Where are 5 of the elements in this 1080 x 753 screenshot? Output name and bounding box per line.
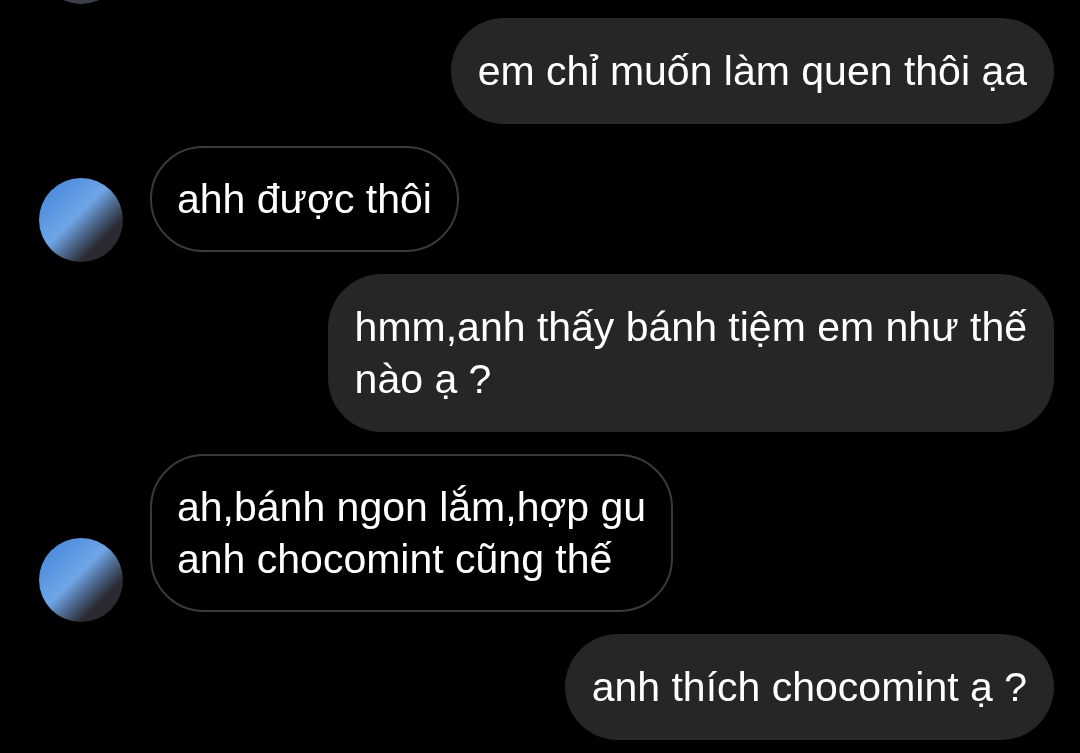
message-bubble: em chỉ muốn làm quen thôi ạa	[450, 18, 1054, 124]
message-bubble: hmm,anh thấy bánh tiệm em như thế nào ạ ?	[327, 274, 1054, 432]
message-bubble: anh thích chocomint ạ ?	[564, 634, 1054, 740]
message-bubble: ahh được thôi	[150, 146, 459, 252]
message-bubble: ah,bánh ngon lắm,hợp gu anh chocomint cũng thế	[150, 454, 674, 612]
